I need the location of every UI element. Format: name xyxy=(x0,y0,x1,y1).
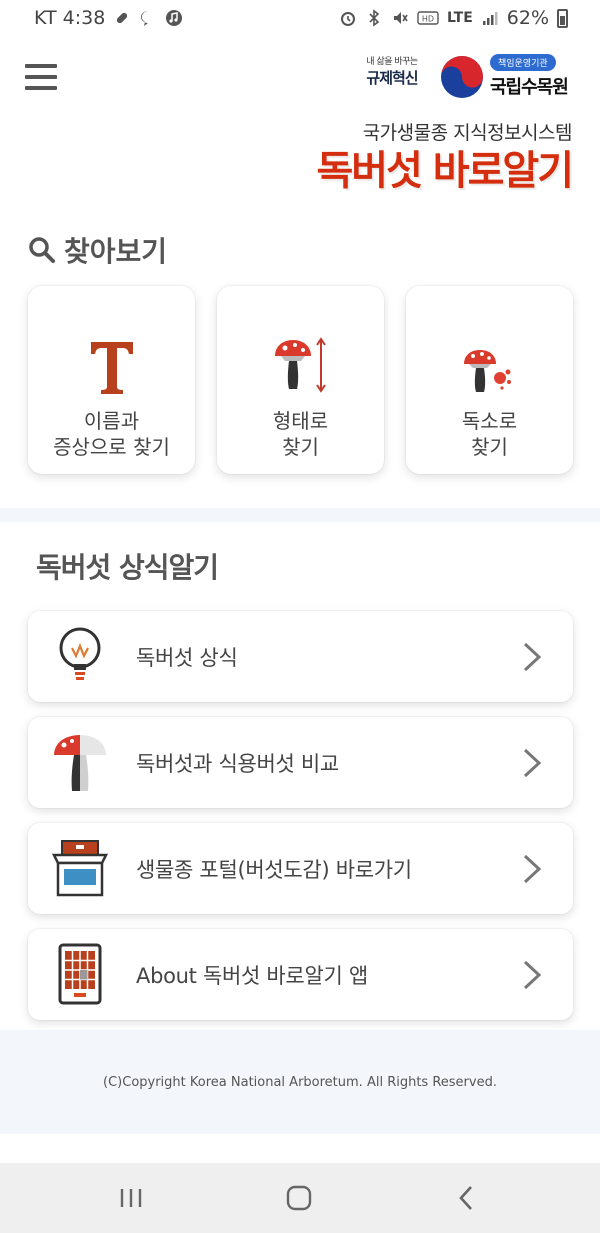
list-item-label: 생물종 포털(버섯도감) 바로가기 xyxy=(136,857,412,882)
chevron-right-icon xyxy=(523,748,542,778)
box-portal-icon xyxy=(52,840,108,897)
section-divider xyxy=(0,508,600,522)
text-t-icon xyxy=(90,342,133,394)
regulation-innovation-logo: 내 삶을 바꾸는 규제혁신 xyxy=(360,54,424,98)
music-icon xyxy=(166,10,183,26)
alarm-icon xyxy=(341,12,356,26)
agency-badge: 책임운영기관 xyxy=(490,54,556,71)
mushroom-compare-icon xyxy=(54,735,106,791)
list-item-mushroom-knowledge[interactable]: 독버섯 상식 xyxy=(28,611,573,702)
status-bar: KT 4:38 HD LTE 62% xyxy=(0,0,600,36)
lightbulb-icon xyxy=(59,627,101,680)
svg-text:HD: HD xyxy=(422,15,434,24)
signal-icon xyxy=(482,12,498,25)
list-item-label: About 독버섯 바로알기 앱 xyxy=(136,963,368,988)
hamburger-menu-icon[interactable] xyxy=(25,64,57,90)
recent-apps-icon[interactable] xyxy=(116,1183,146,1213)
home-icon[interactable] xyxy=(284,1183,314,1213)
taegeuk-emblem-icon xyxy=(441,55,483,98)
back-icon[interactable] xyxy=(452,1183,482,1213)
bluetooth-icon xyxy=(369,9,380,27)
chevron-right-icon xyxy=(523,854,542,884)
search-icon xyxy=(29,237,55,263)
list-item-label: 독버섯 상식 xyxy=(136,645,238,670)
knowledge-section-title: 독버섯 상식알기 xyxy=(36,551,219,584)
system-nav-bar xyxy=(0,1163,600,1233)
card-label: 이름과 증상으로 찾기 xyxy=(53,409,170,459)
list-item-about-app[interactable]: About 독버섯 바로알기 앱 xyxy=(28,929,573,1020)
card-search-by-name[interactable]: 이름과 증상으로 찾기 xyxy=(28,286,195,474)
list-item-species-portal[interactable]: 생물종 포털(버섯도감) 바로가기 xyxy=(28,823,573,914)
list-item-compare-mushrooms[interactable]: 독버섯과 식용버섯 비교 xyxy=(28,717,573,808)
mute-icon xyxy=(394,12,408,24)
copyright-text: (C)Copyright Korea National Arboretum. A… xyxy=(103,1074,497,1090)
card-label: 형태로 찾기 xyxy=(272,409,329,459)
card-search-by-shape[interactable]: 형태로 찾기 xyxy=(217,286,384,474)
footer: (C)Copyright Korea National Arboretum. A… xyxy=(0,1030,600,1134)
list-item-label: 독버섯과 식용버섯 비교 xyxy=(136,751,339,776)
hd-icon: HD xyxy=(417,11,439,25)
search-section-label: 찾아보기 xyxy=(64,235,168,268)
network-label: LTE xyxy=(447,10,473,26)
battery-percent: 62% xyxy=(506,7,549,29)
battery-icon xyxy=(557,8,568,28)
korea-national-arboretum-logo: 책임운영기관 국립수목원 xyxy=(440,54,569,99)
chat-icon xyxy=(141,11,149,26)
card-label: 독소로 찾기 xyxy=(461,409,518,459)
search-section-title: 찾아보기 xyxy=(28,230,167,270)
mushroom-toxin-icon xyxy=(463,350,511,392)
search-cards: 이름과 증상으로 찾기 형태로 찾기 독소로 찾기 xyxy=(28,286,573,474)
link-icon xyxy=(117,12,128,24)
logo-reg-small-text: 내 삶을 바꾸는 xyxy=(366,57,418,67)
card-search-by-toxin[interactable]: 독소로 찾기 xyxy=(406,286,573,474)
carrier-time: KT 4:38 xyxy=(34,7,106,29)
chevron-right-icon xyxy=(523,960,542,990)
chevron-right-icon xyxy=(523,642,542,672)
agency-name: 국립수목원 xyxy=(490,77,569,98)
tablet-app-icon xyxy=(58,943,102,1005)
logo-reg-big-text: 규제혁신 xyxy=(366,69,418,87)
page-title: 독버섯 바로알기 xyxy=(316,148,574,194)
mushroom-shape-icon xyxy=(274,337,326,393)
